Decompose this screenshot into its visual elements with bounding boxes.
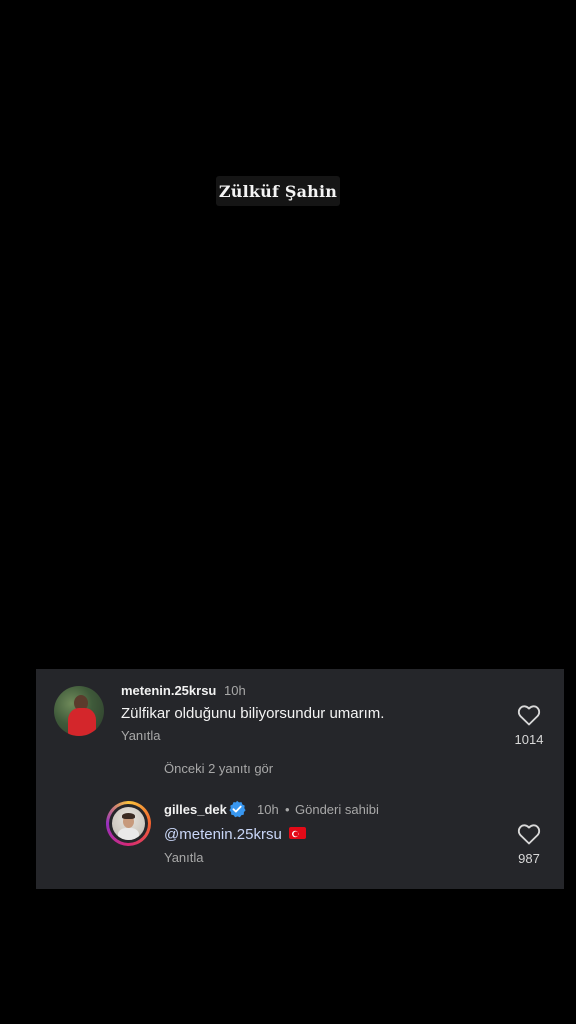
flag-crescent-star: [292, 830, 300, 838]
reply-username[interactable]: gilles_dek: [164, 802, 227, 817]
reply-button[interactable]: Yanıtla: [121, 728, 161, 743]
heart-icon[interactable]: [517, 823, 541, 845]
mention-link[interactable]: @metenin.25krsu: [164, 826, 282, 843]
view-previous-replies-button[interactable]: Önceki 2 yanıtı gör: [164, 761, 273, 776]
turkey-flag-icon: [289, 827, 306, 839]
comment-time: 10h: [224, 683, 246, 698]
avatar-body: [118, 828, 139, 840]
separator-dot: •: [285, 802, 290, 817]
like-count: 1014: [514, 732, 544, 747]
comment-card: metenin.25krsu 10h Zülfikar olduğunu bil…: [36, 669, 564, 889]
avatar-ring-gap: [109, 804, 148, 843]
avatar-hair: [122, 813, 135, 819]
overlay-title: Zülküf Şahin: [216, 176, 340, 206]
avatar[interactable]: [54, 686, 104, 736]
comment-text: Zülfikar olduğunu biliyorsundur umarım.: [121, 705, 385, 722]
story-view: Zülküf Şahin metenin.25krsu 10h Zülfikar…: [0, 0, 576, 1024]
like-count: 987: [518, 851, 540, 866]
avatar: [112, 807, 145, 840]
heart-icon[interactable]: [517, 704, 541, 726]
avatar-story-ring[interactable]: [106, 801, 151, 846]
comment-username[interactable]: metenin.25krsu: [121, 683, 216, 698]
reply-button[interactable]: Yanıtla: [164, 850, 204, 865]
avatar-shirt: [68, 708, 96, 736]
post-owner-tag: Gönderi sahibi: [295, 802, 379, 817]
verified-badge-icon: [229, 800, 246, 818]
reply-time: 10h: [257, 802, 279, 817]
